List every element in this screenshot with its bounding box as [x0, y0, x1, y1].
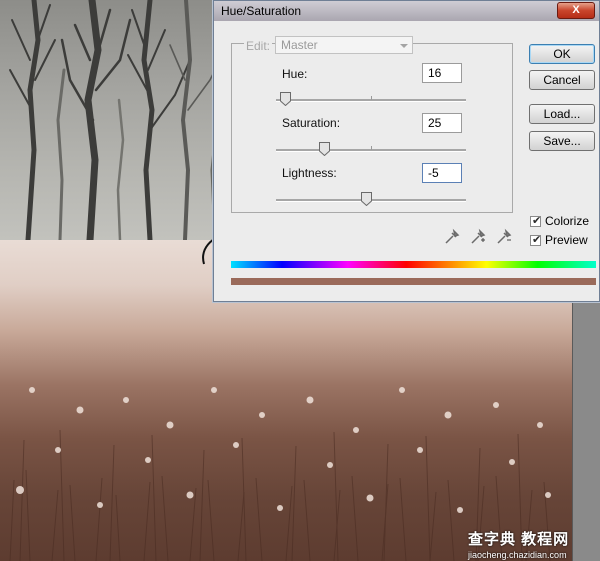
checkmark-icon: ✔ — [532, 234, 542, 246]
watermark: 查字典 教程网 jiaocheng.chazidian.com — [468, 528, 569, 560]
input-hue-spectrum-bar — [231, 261, 596, 268]
preview-checkbox[interactable]: ✔ — [530, 234, 542, 246]
hue-label: Hue: — [282, 67, 308, 81]
saturation-slider-thumb[interactable] — [319, 142, 330, 156]
hue-slider-center-tick — [371, 96, 372, 100]
eyedropper-add-icon[interactable] — [470, 227, 486, 245]
lightness-input[interactable]: -5 — [422, 163, 462, 183]
saturation-slider-center-tick — [371, 146, 372, 150]
chevron-down-icon — [400, 44, 408, 48]
ok-button[interactable]: OK — [529, 44, 595, 64]
preview-label: Preview — [545, 233, 588, 247]
hue-input[interactable]: 16 — [422, 63, 462, 83]
settings-group — [231, 43, 513, 213]
load-button[interactable]: Load... — [529, 104, 595, 124]
hue-saturation-dialog: Hue/Saturation X Edit: Master Hue: 16 Sa… — [213, 0, 600, 302]
watermark-title: 查字典 教程网 — [468, 531, 570, 548]
colorize-checkbox[interactable]: ✔ — [530, 215, 542, 227]
saturation-label: Saturation: — [282, 116, 341, 130]
checkmark-icon: ✔ — [532, 215, 542, 227]
forest-photo — [0, 0, 230, 240]
edit-select-value: Master — [281, 38, 318, 52]
close-button[interactable]: X — [557, 2, 595, 19]
colorize-label: Colorize — [545, 214, 590, 228]
output-color-bar — [231, 278, 596, 285]
saturation-input[interactable]: 25 — [422, 113, 462, 133]
lightness-label: Lightness: — [282, 166, 337, 180]
dialog-title: Hue/Saturation — [221, 4, 302, 18]
title-bar[interactable]: Hue/Saturation X — [214, 1, 599, 21]
eyedropper-subtract-icon[interactable] — [496, 227, 512, 245]
edit-label: Edit: — [244, 39, 273, 53]
cancel-button[interactable]: Cancel — [529, 70, 595, 90]
eyedropper-icon[interactable] — [444, 227, 460, 245]
canvas-edge — [572, 300, 600, 561]
lightness-slider-thumb[interactable] — [361, 192, 372, 206]
watermark-url: jiaocheng.chazidian.com — [468, 550, 567, 560]
save-button[interactable]: Save... — [529, 131, 595, 151]
hue-slider-thumb[interactable] — [280, 92, 291, 106]
edit-channel-select[interactable]: Master — [275, 36, 413, 54]
